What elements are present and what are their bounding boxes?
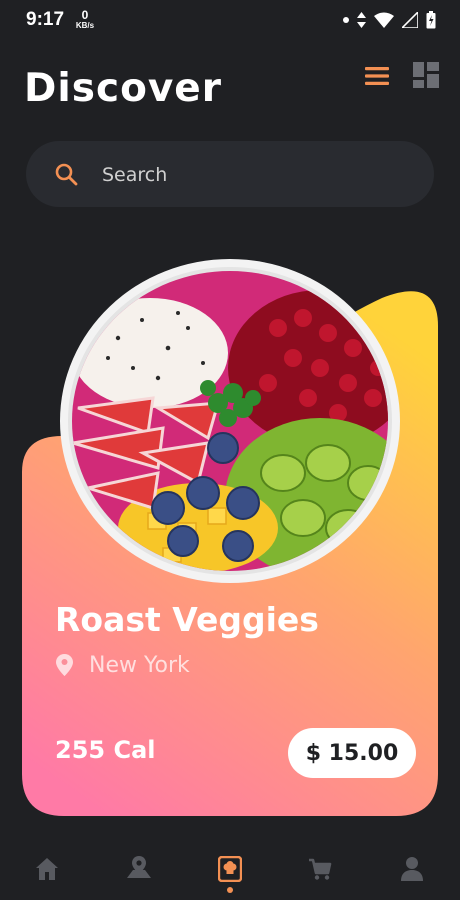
calories-label: 255 Cal xyxy=(55,736,156,764)
recipe-book-icon xyxy=(218,856,242,882)
notification-dot-icon xyxy=(343,17,349,23)
home-icon xyxy=(36,858,58,880)
network-speed: 0 KB/s xyxy=(74,9,96,30)
profile-icon xyxy=(401,857,423,881)
cart-icon xyxy=(309,858,332,880)
status-bar: 9:17 0 KB/s xyxy=(0,0,460,40)
nav-cart[interactable] xyxy=(290,840,350,900)
nav-profile[interactable] xyxy=(382,840,442,900)
bottom-navigation xyxy=(0,840,460,900)
status-time: 9:17 xyxy=(26,9,65,30)
active-indicator-dot xyxy=(227,887,233,893)
cellular-signal-icon xyxy=(402,12,418,28)
page-title: Discover xyxy=(24,66,222,111)
network-speed-value: 0 xyxy=(81,8,89,22)
location-row: New York xyxy=(56,651,190,679)
search-bar[interactable] xyxy=(26,141,434,207)
nav-map[interactable] xyxy=(109,840,169,900)
status-icons xyxy=(343,10,436,30)
network-speed-unit: KB/s xyxy=(75,21,95,30)
location-text: New York xyxy=(89,652,190,678)
grid-view-icon xyxy=(413,62,439,88)
nav-home[interactable] xyxy=(17,840,77,900)
food-name: Roast Veggies xyxy=(55,600,319,639)
price-button[interactable]: $ 15.00 xyxy=(288,728,416,778)
nav-recipes[interactable] xyxy=(200,840,260,900)
map-location-icon xyxy=(127,856,151,878)
data-transfer-icon xyxy=(357,12,366,28)
search-input[interactable] xyxy=(100,159,404,191)
search-icon xyxy=(55,163,78,186)
battery-icon xyxy=(426,11,436,29)
acai-fruit-bowl-image xyxy=(60,259,400,583)
list-view-button[interactable] xyxy=(364,64,390,88)
grid-view-button[interactable] xyxy=(413,62,439,88)
location-pin-icon xyxy=(56,654,73,676)
wifi-icon xyxy=(374,12,394,28)
list-view-icon xyxy=(365,67,389,85)
